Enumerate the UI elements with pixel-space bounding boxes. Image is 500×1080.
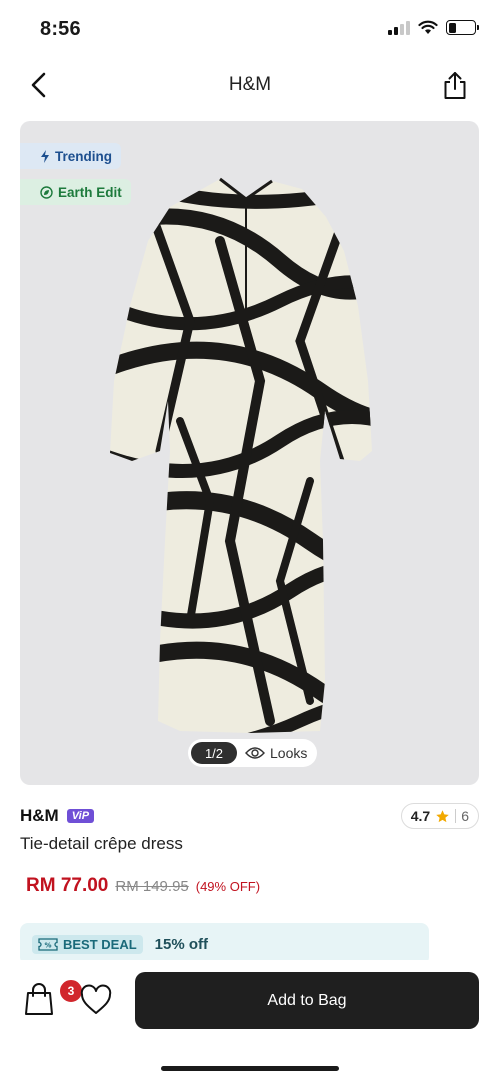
rating-value: 4.7 [410, 808, 431, 824]
rating-pill[interactable]: 4.7 6 [400, 803, 479, 829]
cellular-signal-icon [388, 20, 410, 35]
shopping-bag-icon [25, 983, 53, 1015]
image-counter: 1/2 [191, 742, 237, 764]
price-row: RM 77.00 RM 149.95 (49% OFF) [26, 875, 260, 897]
eye-icon [245, 747, 265, 759]
original-price: RM 149.95 [115, 878, 189, 895]
earth-edit-tag: Earth Edit [20, 179, 131, 205]
shopping-bag-button[interactable]: 3 [22, 978, 84, 1018]
share-button[interactable] [438, 68, 472, 102]
brand-name[interactable]: H&M [20, 806, 59, 826]
best-deal-badge: % BEST DEAL [32, 934, 143, 954]
best-deal-banner[interactable]: % BEST DEAL 15% off [20, 923, 429, 965]
image-pager: 1/2 Looks [188, 739, 318, 767]
leaf-icon [40, 185, 53, 199]
vip-badge: ViP [66, 809, 95, 823]
nav-header: H&M [0, 60, 500, 110]
status-time: 8:56 [40, 18, 81, 40]
battery-icon [446, 20, 479, 35]
looks-label: Looks [270, 745, 308, 761]
home-indicator [161, 1066, 339, 1071]
rating-count: 6 [461, 808, 469, 824]
svg-text:%: % [44, 941, 51, 949]
bolt-icon [41, 149, 49, 163]
trending-tag: Trending [20, 143, 121, 169]
coupon-icon: % [38, 937, 58, 951]
rating-divider [455, 809, 457, 823]
bottom-action-bar: 3 Add to Bag [0, 960, 500, 1080]
heart-icon [80, 984, 112, 1014]
add-to-bag-button[interactable]: Add to Bag [135, 972, 479, 1029]
product-image [110, 177, 372, 733]
page-title: H&M [228, 74, 272, 95]
share-icon [444, 72, 466, 99]
status-icons [388, 20, 479, 35]
brand-row: H&M ViP [20, 806, 95, 826]
current-price: RM 77.00 [26, 875, 109, 896]
looks-button[interactable]: Looks [245, 745, 307, 761]
discount-label: (49% OFF) [195, 879, 261, 894]
product-image-gallery[interactable]: Trending Earth Edit 1/2 Looks [20, 121, 479, 785]
best-deal-label: BEST DEAL [63, 936, 137, 952]
deal-text: 15% off [154, 935, 209, 953]
earth-edit-label: Earth Edit [58, 184, 122, 200]
wifi-icon [418, 20, 438, 34]
star-icon [436, 809, 449, 822]
trending-label: Trending [55, 148, 112, 164]
wishlist-button[interactable] [79, 984, 113, 1018]
status-bar: 8:56 [0, 0, 500, 60]
product-name: Tie-detail crêpe dress [20, 834, 183, 853]
